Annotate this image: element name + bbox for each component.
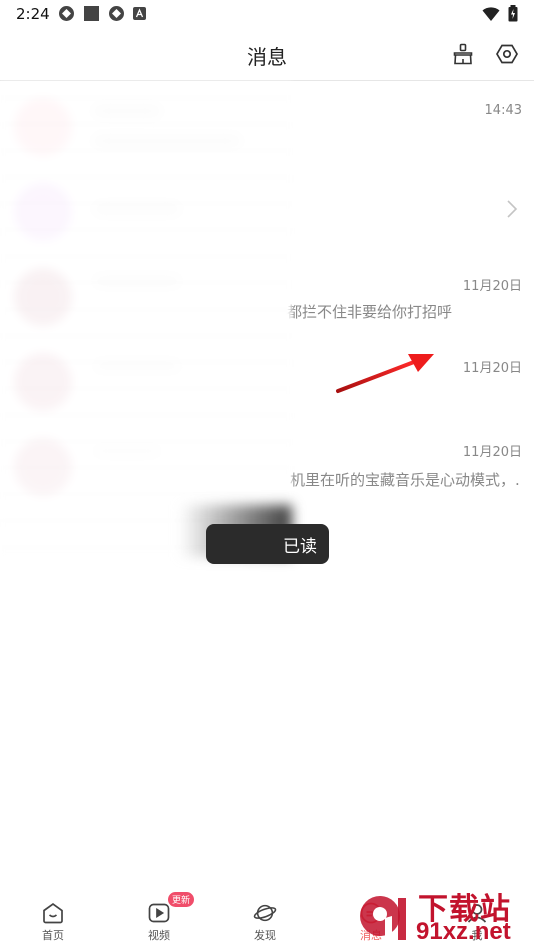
annotation-arrow-icon <box>336 354 434 393</box>
settings-hexagon-icon <box>496 44 518 64</box>
message-time: 14:43 <box>484 103 522 118</box>
clear-unread-button[interactable] <box>450 41 476 67</box>
toast-message: 已读 <box>206 524 329 564</box>
nav-video-label: 视频 <box>148 929 170 942</box>
status-system-icons <box>482 5 518 22</box>
wifi-icon <box>482 6 500 21</box>
status-time: 2:24 <box>16 5 50 23</box>
app-notification-icon-2 <box>109 6 124 21</box>
message-time: 11月20日 <box>462 361 522 376</box>
app-notification-icon <box>59 6 74 21</box>
status-bar: 2:24 <box>0 0 534 28</box>
update-badge: 更新 <box>168 892 195 907</box>
page-header: 消息 <box>0 28 534 81</box>
home-icon <box>41 901 65 925</box>
video-play-icon <box>147 901 171 925</box>
toast-text: 已读 <box>283 536 317 557</box>
nav-home-label: 首页 <box>42 929 64 942</box>
status-notification-icons <box>58 5 146 22</box>
nav-discover-label: 发现 <box>254 929 276 942</box>
nav-video[interactable]: 视频 更新 <box>106 888 212 950</box>
settings-button[interactable] <box>494 41 520 67</box>
nav-discover[interactable]: 发现 <box>212 888 318 950</box>
square-notification-icon <box>84 6 99 21</box>
watermark-url: 91xz.net <box>416 918 511 945</box>
battery-icon <box>508 5 518 22</box>
site-watermark: 下载站 91xz.net <box>354 882 532 950</box>
a-notification-icon <box>133 7 146 20</box>
watermark-logo-icon <box>360 896 406 940</box>
chevron-right-icon <box>507 200 518 218</box>
planet-icon <box>253 901 277 925</box>
message-preview: 机里在听的宝藏音乐是心动模式，... <box>290 471 520 489</box>
nav-home[interactable]: 首页 <box>0 888 106 950</box>
privacy-blur-overlay <box>0 82 292 558</box>
message-time: 11月20日 <box>462 445 522 460</box>
message-time: 11月20日 <box>462 279 522 294</box>
broom-icon <box>453 43 473 65</box>
